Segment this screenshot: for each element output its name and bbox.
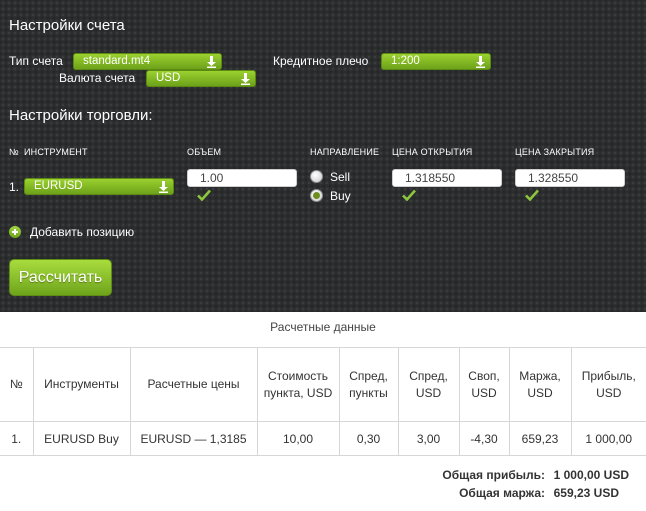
checkmark-icon: [402, 189, 416, 201]
col-header-num: №: [9, 147, 19, 157]
checkmark-icon: [525, 189, 539, 201]
arrow-down-icon: [241, 73, 250, 85]
arrow-down-icon: [476, 56, 485, 68]
results-header-spread-pips: Спред, пункты: [338, 347, 399, 422]
instrument-select[interactable]: EURUSD: [24, 178, 174, 195]
leverage-value: 1:200: [391, 55, 420, 67]
direction-buy-label: Buy: [330, 189, 351, 203]
cell-swap: -4,30: [458, 421, 510, 456]
col-header-direction: НАПРАВЛЕНИЕ: [310, 147, 380, 157]
cell-profit: 1 000,00: [570, 421, 646, 456]
cell-pip-value: 10,00: [256, 421, 340, 456]
add-position-label: Добавить позицию: [30, 225, 135, 239]
direction-sell-label: Sell: [330, 170, 351, 184]
account-settings-title: Настройки счета: [9, 17, 125, 34]
calculator-panel: Настройки счета Тип счета standard.mt4 К…: [0, 0, 646, 312]
results-header-pip-value: Стоимость пункта, USD: [256, 347, 340, 422]
col-header-close-price: ЦЕНА ЗАКРЫТИЯ: [515, 147, 595, 157]
open-price-input[interactable]: 1.318550: [392, 169, 502, 187]
add-position-link[interactable]: Добавить позицию: [9, 225, 149, 241]
plus-icon: [9, 226, 21, 238]
cell-num: 1.: [0, 421, 34, 456]
total-margin-value: 659,23 USD: [553, 486, 619, 500]
direction-buy-radio[interactable]: [310, 189, 323, 202]
col-header-open-price: ЦЕНА ОТКРЫТИЯ: [392, 147, 473, 157]
col-header-instrument: ИНСТРУМЕНТ: [24, 147, 88, 157]
leverage-select[interactable]: 1:200: [381, 53, 491, 70]
account-type-label: Тип счета: [9, 54, 63, 68]
total-margin-label: Общая маржа:: [459, 486, 545, 500]
currency-select[interactable]: USD: [146, 70, 256, 87]
trade-row-number: 1.: [9, 180, 20, 194]
results-header-row: № Инструменты Расчетные цены Стоимость п…: [0, 347, 646, 422]
total-profit-value: 1 000,00 USD: [553, 468, 629, 482]
leverage-label: Кредитное плечо: [273, 54, 369, 68]
arrow-down-icon: [159, 181, 168, 193]
table-row: 1. EURUSD Buy EURUSD — 1,3185 10,00 0,30…: [0, 421, 646, 456]
arrow-down-icon: [207, 56, 216, 68]
instrument-value: EURUSD: [34, 180, 83, 192]
results-table: № Инструменты Расчетные цены Стоимость п…: [0, 347, 646, 456]
cell-spread-pips: 0,30: [338, 421, 399, 456]
results-header-swap: Своп, USD: [458, 347, 510, 422]
direction-sell-radio[interactable]: [310, 170, 323, 183]
close-price-input[interactable]: 1.328550: [515, 169, 625, 187]
results-header-num: №: [0, 347, 34, 422]
results-header-profit: Прибыль, USD: [570, 347, 646, 422]
results-header-margin: Маржа, USD: [508, 347, 572, 422]
results-header-prices: Расчетные цены: [129, 347, 258, 422]
cell-instrument: EURUSD Buy: [32, 421, 131, 456]
results-header-instruments: Инструменты: [32, 347, 131, 422]
volume-input[interactable]: 1.00: [187, 169, 297, 187]
results-header-spread-usd: Спред, USD: [397, 347, 460, 422]
total-profit-label: Общая прибыль:: [442, 468, 545, 482]
calculate-button[interactable]: Рассчитать: [9, 259, 112, 296]
checkmark-icon: [197, 189, 211, 201]
currency-label: Валюта счета: [59, 71, 136, 85]
account-type-value: standard.mt4: [83, 55, 151, 67]
col-header-volume: ОБЪЕМ: [187, 147, 222, 157]
account-type-select[interactable]: standard.mt4: [73, 53, 222, 70]
trade-settings-title: Настройки торговли:: [9, 107, 153, 124]
cell-spread-usd: 3,00: [397, 421, 460, 456]
results-title: Расчетные данные: [270, 320, 376, 334]
currency-value: USD: [156, 72, 181, 84]
cell-price: EURUSD — 1,3185: [129, 421, 258, 456]
cell-margin: 659,23: [508, 421, 572, 456]
